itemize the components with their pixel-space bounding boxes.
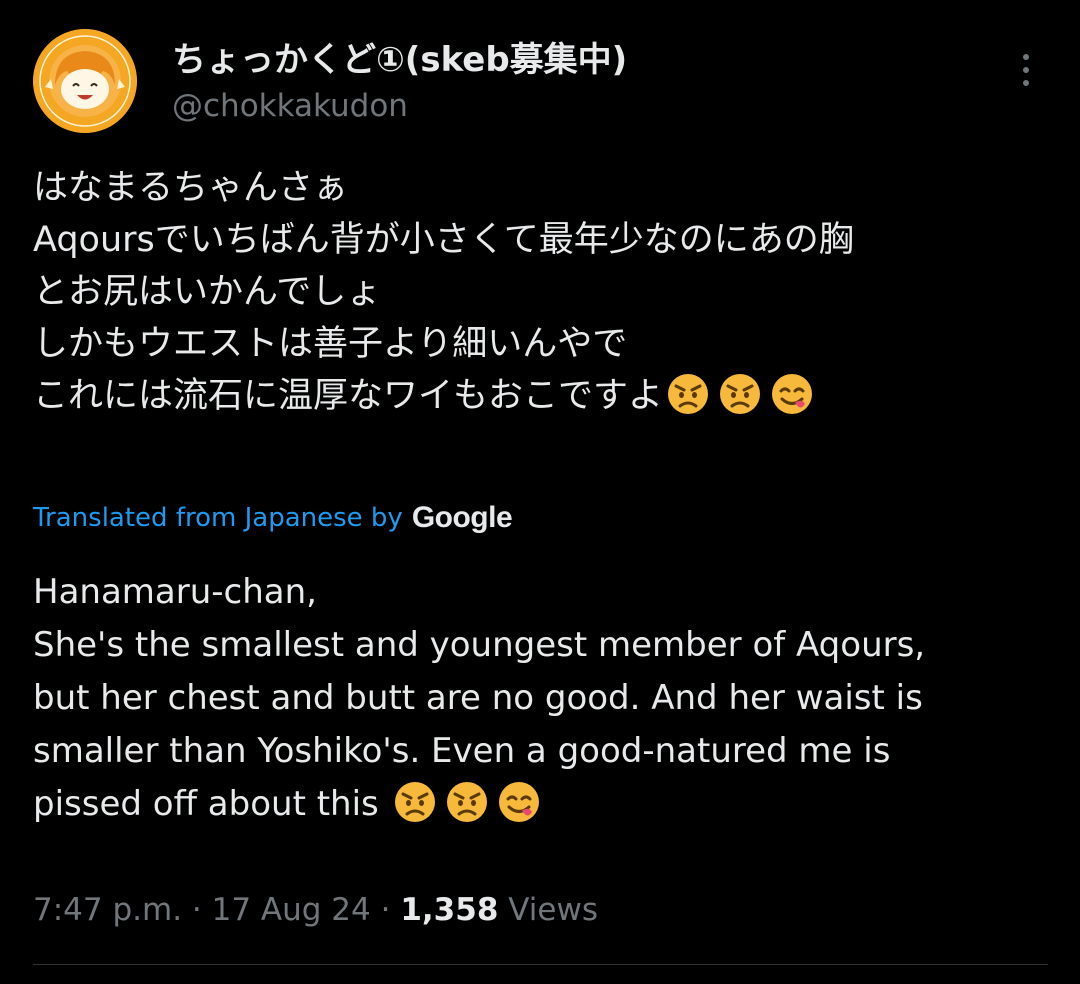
- meta-separator: ·: [182, 892, 212, 928]
- more-vertical-icon: [1023, 54, 1029, 60]
- angry-face-icon: [444, 778, 490, 824]
- face-savoring-food-icon: [496, 778, 542, 824]
- google-logo-text: Google: [411, 501, 513, 534]
- views-label: Views: [508, 892, 598, 928]
- translation-attribution: Translated from Japanese by Google: [33, 496, 513, 540]
- translated-line-text: pissed off about this: [33, 784, 379, 824]
- angry-face-icon: [665, 370, 711, 416]
- author-handle[interactable]: @chokkakudon: [172, 86, 627, 126]
- angry-face-icon: [717, 370, 763, 416]
- more-vertical-icon-dot: [1023, 67, 1029, 73]
- tweet: ちょっかくど①(skeb募集中) @chokkakudon はなまるちゃんさぁ …: [0, 0, 1080, 984]
- tweet-original-text: はなまるちゃんさぁ Aqoursでいちばん背が小さくて最年少なのにあの胸 とお尻…: [33, 162, 1043, 422]
- divider: [33, 964, 1048, 965]
- tweet-time[interactable]: 7:47 p.m.: [33, 892, 182, 928]
- avatar[interactable]: [33, 29, 137, 133]
- tweet-translated-text: Hanamaru-chan, She's the smallest and yo…: [33, 566, 1048, 831]
- original-line: とお尻はいかんでしょ: [33, 272, 382, 312]
- more-vertical-icon-dot: [1023, 80, 1029, 86]
- more-options-button[interactable]: [1004, 46, 1048, 94]
- meta-separator: ·: [370, 892, 401, 928]
- author-info: ちょっかくど①(skeb募集中) @chokkakudon: [172, 38, 627, 126]
- original-line-text: これには流石に温厚なワイもおこですよ: [33, 376, 664, 416]
- translated-line: but her chest and butt are no good. And …: [33, 678, 923, 718]
- original-line: はなまるちゃんさぁ: [33, 168, 349, 208]
- tweet-meta: 7:47 p.m. · 17 Aug 24 · 1,358 Views: [33, 886, 598, 934]
- avatar-image: [33, 29, 137, 133]
- views-count: 1,358: [400, 892, 499, 928]
- translated-line: She's the smallest and youngest member o…: [33, 625, 926, 665]
- translated-line: Hanamaru-chan,: [33, 572, 317, 612]
- tweet-date[interactable]: 17 Aug 24: [212, 892, 371, 928]
- emoji-group: [392, 778, 542, 824]
- original-line: しかもウエストは善子より細いんやで: [33, 324, 628, 364]
- angry-face-icon: [392, 778, 438, 824]
- original-line-last: これには流石に温厚なワイもおこですよ: [33, 370, 1043, 422]
- translated-line: smaller than Yoshiko's. Even a good-natu…: [33, 731, 891, 771]
- translated-line-last: pissed off about this: [33, 778, 1048, 831]
- emoji-group: [665, 370, 815, 416]
- original-line: Aqoursでいちばん背が小さくて最年少なのにあの胸: [33, 220, 854, 260]
- author-display-name[interactable]: ちょっかくど①(skeb募集中): [172, 38, 627, 82]
- translated-from-link[interactable]: Translated from Japanese by: [33, 503, 403, 533]
- face-savoring-food-icon: [769, 370, 815, 416]
